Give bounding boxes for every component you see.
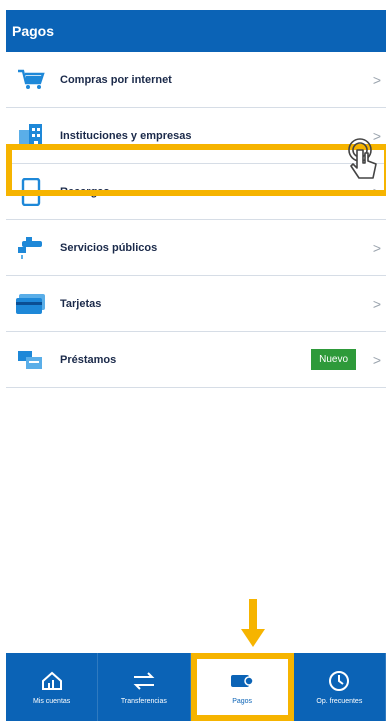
tab-op-frecuentes[interactable]: Op. frecuentes [294, 653, 386, 721]
house-chart-icon [40, 670, 64, 692]
menu-item-label: Instituciones y empresas [60, 129, 192, 142]
loan-icon [12, 345, 50, 375]
page-title: Pagos [6, 10, 386, 52]
tab-label: Pagos [232, 697, 253, 705]
card-icon [12, 289, 50, 319]
payments-menu: Compras por internet > Instituciones y e… [6, 52, 386, 388]
menu-item-label: Tarjetas [60, 297, 102, 310]
chevron-right-icon: > [372, 351, 382, 368]
clock-icon [327, 670, 351, 692]
chevron-right-icon: > [372, 239, 382, 256]
tab-label: Op. frecuentes [316, 697, 363, 705]
shopping-cart-icon [12, 65, 50, 95]
menu-item-compras[interactable]: Compras por internet > [6, 52, 386, 108]
tab-pagos[interactable]: Pagos [190, 653, 294, 721]
card-pay-icon [230, 670, 254, 692]
menu-item-recargas[interactable]: Recargas > [6, 164, 386, 220]
arrows-icon [132, 670, 156, 692]
menu-item-prestamos[interactable]: Préstamos Nuevo > [6, 332, 386, 388]
menu-item-tarjetas[interactable]: Tarjetas > [6, 276, 386, 332]
tap-hand-icon [346, 138, 380, 186]
menu-item-servicios[interactable]: Servicios públicos > [6, 220, 386, 276]
new-badge: Nuevo [311, 349, 356, 370]
tab-label: Mis cuentas [32, 697, 71, 705]
tab-mis-cuentas[interactable]: Mis cuentas [6, 653, 99, 721]
tab-transferencias[interactable]: Transferencias [98, 653, 191, 721]
building-icon [12, 121, 50, 151]
menu-item-label: Préstamos [60, 353, 117, 366]
app-screen: Pagos Compras por internet > Institucion… [6, 10, 386, 721]
chevron-right-icon: > [372, 295, 382, 312]
arrow-down-icon [241, 599, 265, 649]
tab-label: Transferencias [120, 697, 167, 705]
menu-item-instituciones[interactable]: Instituciones y empresas > [6, 108, 386, 164]
menu-item-label: Recargas [60, 185, 110, 198]
menu-item-label: Servicios públicos [60, 241, 158, 254]
faucet-icon [12, 233, 50, 263]
menu-item-label: Compras por internet [60, 73, 172, 86]
chevron-right-icon: > [372, 71, 382, 88]
phone-icon [12, 177, 50, 207]
bottom-tab-bar: Mis cuentas Transferencias Pagos Op. fre… [6, 653, 386, 721]
